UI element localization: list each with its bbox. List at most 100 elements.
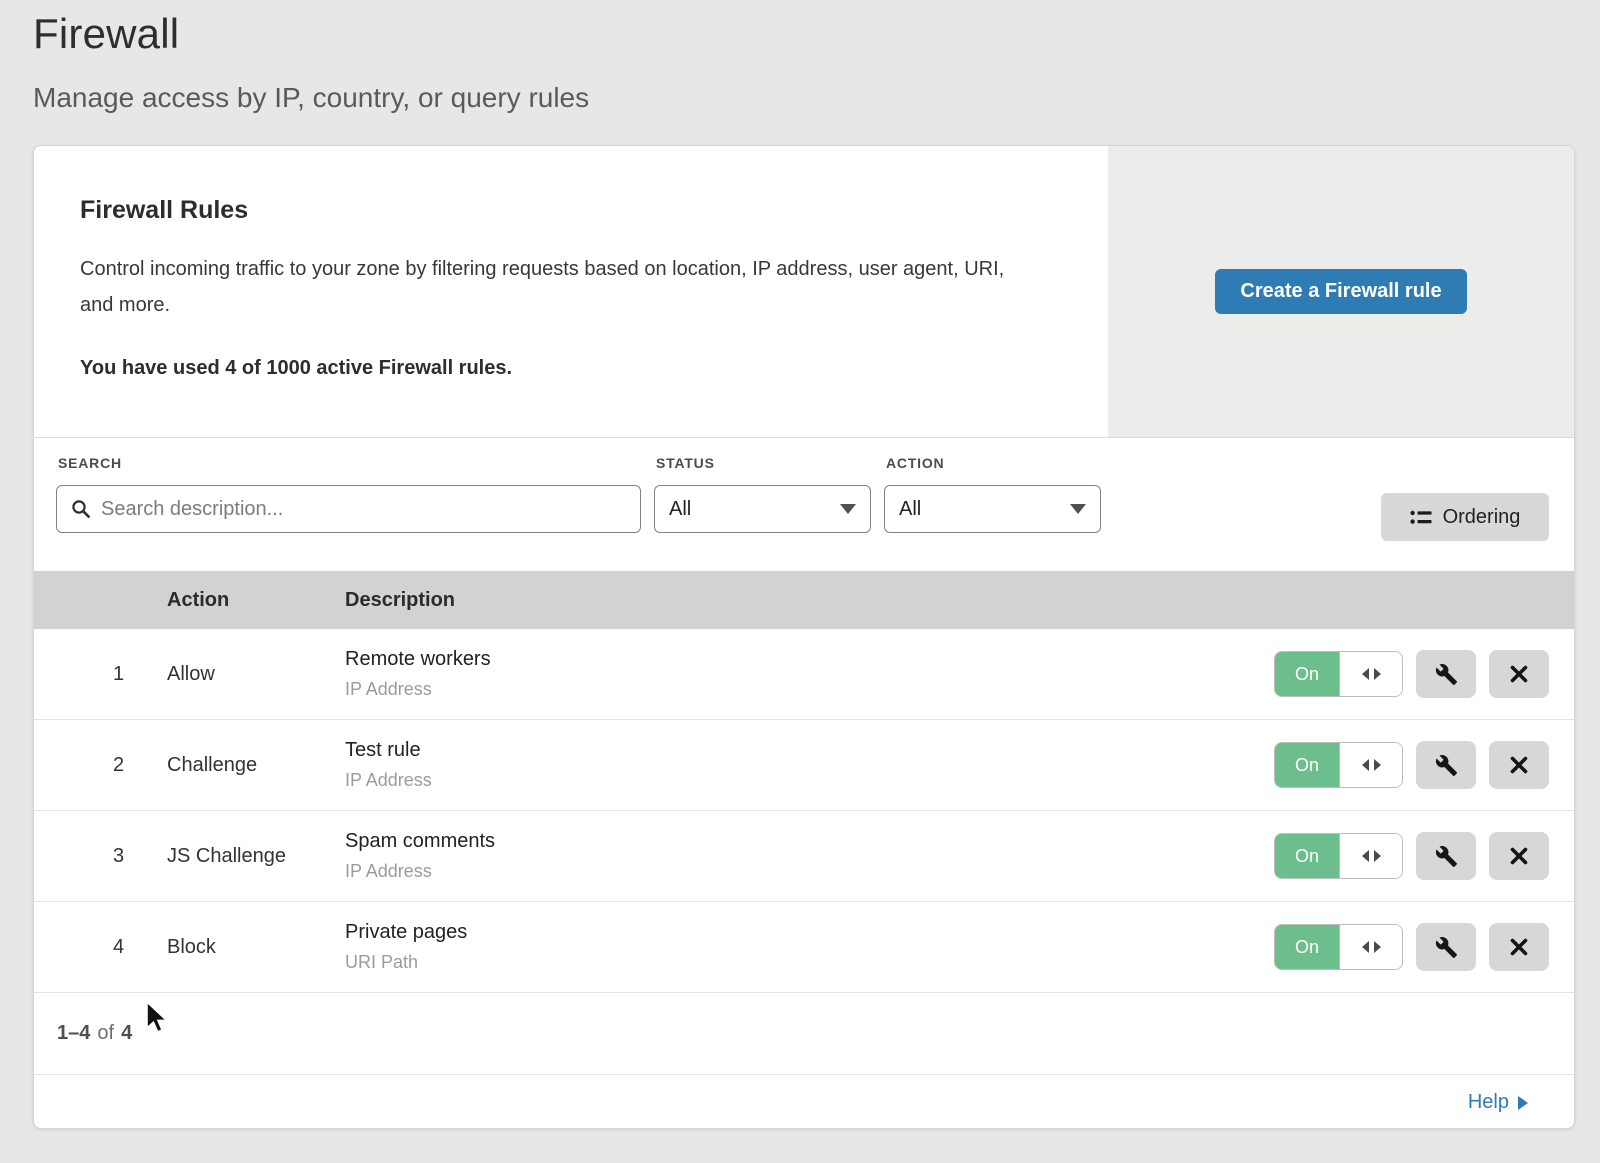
edit-rule-button[interactable]: [1416, 832, 1476, 880]
delete-rule-button[interactable]: [1489, 741, 1549, 789]
status-select[interactable]: All: [654, 485, 871, 533]
card-footer: Help: [34, 1074, 1574, 1129]
ordering-button-label: Ordering: [1443, 506, 1521, 529]
wrench-icon: [1435, 936, 1458, 959]
action-filter-group: ACTION All: [884, 455, 1101, 571]
column-description: Description: [345, 589, 1574, 612]
rule-priority: 1: [34, 663, 167, 686]
pagination-total: 4: [121, 1022, 132, 1045]
triangle-left-icon: [1362, 850, 1369, 862]
triangle-left-icon: [1362, 759, 1369, 771]
toggle-handle[interactable]: [1339, 743, 1402, 787]
search-filter-group: SEARCH: [56, 455, 641, 571]
card-header: Firewall Rules Control incoming traffic …: [34, 146, 1574, 438]
rule-description: Private pages: [345, 921, 1274, 944]
rule-enabled-toggle[interactable]: On: [1274, 742, 1403, 788]
filters-bar: SEARCH STATUS All ACTION All: [34, 438, 1574, 571]
page-subtitle: Manage access by IP, country, or query r…: [33, 82, 1600, 114]
rule-field: IP Address: [345, 679, 1274, 700]
delete-rule-button[interactable]: [1489, 832, 1549, 880]
toggle-handle[interactable]: [1339, 925, 1402, 969]
rules-list: 1 Allow Remote workers IP Address On: [34, 629, 1574, 993]
firewall-rules-card: Firewall Rules Control incoming traffic …: [33, 145, 1575, 1129]
search-icon: [71, 499, 91, 519]
rule-action: JS Challenge: [167, 845, 345, 868]
delete-rule-button[interactable]: [1489, 923, 1549, 971]
column-action: Action: [167, 589, 345, 612]
action-select-value: All: [899, 498, 921, 521]
delete-rule-button[interactable]: [1489, 650, 1549, 698]
edit-rule-button[interactable]: [1416, 923, 1476, 971]
pagination-range: 1–4: [57, 1022, 90, 1045]
wrench-icon: [1435, 754, 1458, 777]
ordered-list-icon: [1410, 509, 1432, 526]
toggle-on-label: On: [1275, 834, 1339, 878]
action-select[interactable]: All: [884, 485, 1101, 533]
close-icon: [1509, 937, 1529, 957]
table-row: 3 JS Challenge Spam comments IP Address …: [34, 811, 1574, 902]
rule-controls: On: [1274, 650, 1574, 698]
toggle-on-label: On: [1275, 652, 1339, 696]
pagination: 1–4 of 4: [34, 993, 1574, 1074]
close-icon: [1509, 846, 1529, 866]
rule-priority: 2: [34, 754, 167, 777]
table-header: Action Description: [34, 571, 1574, 629]
pagination-of-text: of: [97, 1022, 114, 1045]
wrench-icon: [1435, 845, 1458, 868]
rule-enabled-toggle[interactable]: On: [1274, 924, 1403, 970]
edit-rule-button[interactable]: [1416, 741, 1476, 789]
rule-field: URI Path: [345, 952, 1274, 973]
rule-field: IP Address: [345, 770, 1274, 791]
ordering-button[interactable]: Ordering: [1381, 493, 1549, 541]
rule-description: Remote workers: [345, 648, 1274, 671]
panel-usage-count: You have used 4 of 1000 active Firewall …: [80, 357, 1062, 380]
rule-enabled-toggle[interactable]: On: [1274, 833, 1403, 879]
table-row: 4 Block Private pages URI Path On: [34, 902, 1574, 993]
search-box: [56, 485, 641, 533]
rule-action: Challenge: [167, 754, 345, 777]
triangle-right-icon: [1374, 759, 1381, 771]
triangle-right-icon: [1374, 668, 1381, 680]
edit-rule-button[interactable]: [1416, 650, 1476, 698]
rule-controls: On: [1274, 741, 1574, 789]
status-select-value: All: [669, 498, 691, 521]
rule-description-cell: Remote workers IP Address: [345, 648, 1274, 700]
page-header: Firewall Manage access by IP, country, o…: [0, 0, 1600, 114]
rule-controls: On: [1274, 923, 1574, 971]
triangle-right-icon: [1374, 850, 1381, 862]
toggle-handle[interactable]: [1339, 834, 1402, 878]
rule-enabled-toggle[interactable]: On: [1274, 651, 1403, 697]
card-header-text: Firewall Rules Control incoming traffic …: [34, 146, 1108, 437]
search-label: SEARCH: [58, 455, 641, 471]
rule-description-cell: Test rule IP Address: [345, 739, 1274, 791]
action-label: ACTION: [886, 455, 1101, 471]
rule-priority: 4: [34, 936, 167, 959]
rule-description-cell: Spam comments IP Address: [345, 830, 1274, 882]
create-firewall-rule-button[interactable]: Create a Firewall rule: [1215, 269, 1466, 314]
table-row: 1 Allow Remote workers IP Address On: [34, 629, 1574, 720]
close-icon: [1509, 755, 1529, 775]
status-label: STATUS: [656, 455, 871, 471]
triangle-left-icon: [1362, 668, 1369, 680]
rule-description-cell: Private pages URI Path: [345, 921, 1274, 973]
toggle-on-label: On: [1275, 743, 1339, 787]
panel-title: Firewall Rules: [80, 196, 1062, 225]
triangle-left-icon: [1362, 941, 1369, 953]
search-input[interactable]: [101, 498, 626, 521]
close-icon: [1509, 664, 1529, 684]
table-row: 2 Challenge Test rule IP Address On: [34, 720, 1574, 811]
page-title: Firewall: [33, 10, 1600, 58]
rule-action: Block: [167, 936, 345, 959]
rule-description: Test rule: [345, 739, 1274, 762]
toggle-handle[interactable]: [1339, 652, 1402, 696]
rule-priority: 3: [34, 845, 167, 868]
help-link[interactable]: Help: [1468, 1091, 1528, 1114]
card-header-action-panel: Create a Firewall rule: [1108, 146, 1574, 437]
rule-controls: On: [1274, 832, 1574, 880]
rule-field: IP Address: [345, 861, 1274, 882]
wrench-icon: [1435, 663, 1458, 686]
help-link-label: Help: [1468, 1091, 1509, 1114]
triangle-right-icon: [1518, 1096, 1528, 1110]
chevron-down-icon: [1070, 504, 1086, 514]
rule-description: Spam comments: [345, 830, 1274, 853]
